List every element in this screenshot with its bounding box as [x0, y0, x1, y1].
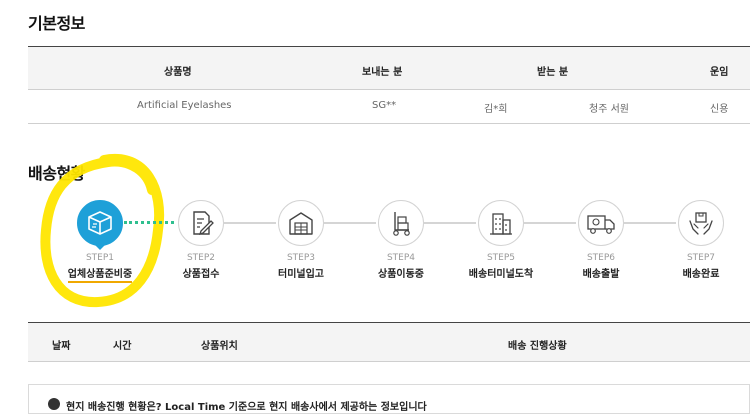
step-5-num: STEP5	[486, 253, 516, 263]
step-5-label: 배송터미널도착	[468, 269, 534, 280]
hand-truck-icon	[393, 212, 410, 236]
header-location: 상품위치	[201, 341, 238, 352]
header-fare: 운임	[710, 67, 729, 78]
step-2-circle[interactable]	[178, 200, 224, 246]
step-4-label: 상품이동중	[378, 269, 424, 280]
basic-info-title: 기본정보	[28, 14, 85, 33]
step-2-label: 상품접수	[182, 269, 220, 280]
step-6-circle[interactable]	[578, 200, 624, 246]
connector-5-6	[524, 222, 576, 224]
cell-product: Artificial Eyelashes	[137, 100, 232, 111]
step-1-label: 업체상품준비중	[67, 269, 133, 280]
connector-active	[124, 221, 174, 224]
tracking-table-divider	[28, 361, 750, 362]
step-3-circle[interactable]	[278, 200, 324, 246]
cell-receiver-location: 청주 서원	[589, 104, 629, 115]
step-6-label: 배송출발	[582, 269, 620, 280]
delivery-truck-icon	[587, 215, 615, 234]
building-icon	[490, 213, 512, 235]
connector-3-4	[324, 222, 376, 224]
step-1-num: STEP1	[85, 253, 115, 263]
step-1-circle[interactable]	[77, 200, 123, 246]
hands-box-icon	[689, 212, 713, 235]
box-icon	[88, 211, 112, 235]
step-1-underline	[68, 281, 132, 283]
header-product: 상품명	[164, 67, 192, 78]
header-date: 날짜	[52, 341, 71, 352]
step-4-circle[interactable]	[378, 200, 424, 246]
step-6-num: STEP6	[586, 253, 616, 263]
info-table-bottom-border	[28, 123, 750, 124]
cell-receiver-name: 김*희	[484, 104, 508, 115]
cell-fare: 신용	[710, 104, 729, 115]
tracking-table-header-row	[28, 323, 750, 361]
step-7-circle[interactable]	[678, 200, 724, 246]
step-7-num: STEP7	[686, 253, 716, 263]
connector-6-7	[624, 222, 676, 224]
header-sender: 보내는 분	[362, 67, 403, 78]
step-2-num: STEP2	[186, 253, 216, 263]
step-1-pointer	[94, 244, 106, 250]
info-table-top-border	[28, 46, 750, 47]
warehouse-icon	[289, 212, 313, 235]
step-5-circle[interactable]	[478, 200, 524, 246]
header-time: 시간	[113, 341, 132, 352]
header-receiver: 받는 분	[537, 67, 569, 78]
header-progress: 배송 진행상황	[508, 341, 567, 352]
connector-4-5	[424, 222, 476, 224]
document-pen-icon	[193, 211, 214, 236]
step-7-label: 배송완료	[682, 269, 720, 280]
notice-bullet-icon	[48, 398, 60, 410]
step-3-label: 터미널입고	[278, 269, 324, 280]
step-4-num: STEP4	[386, 253, 416, 263]
cell-sender: SG**	[372, 100, 397, 111]
info-table-divider	[28, 89, 750, 90]
connector-2-3	[224, 222, 276, 224]
step-3-num: STEP3	[286, 253, 316, 263]
